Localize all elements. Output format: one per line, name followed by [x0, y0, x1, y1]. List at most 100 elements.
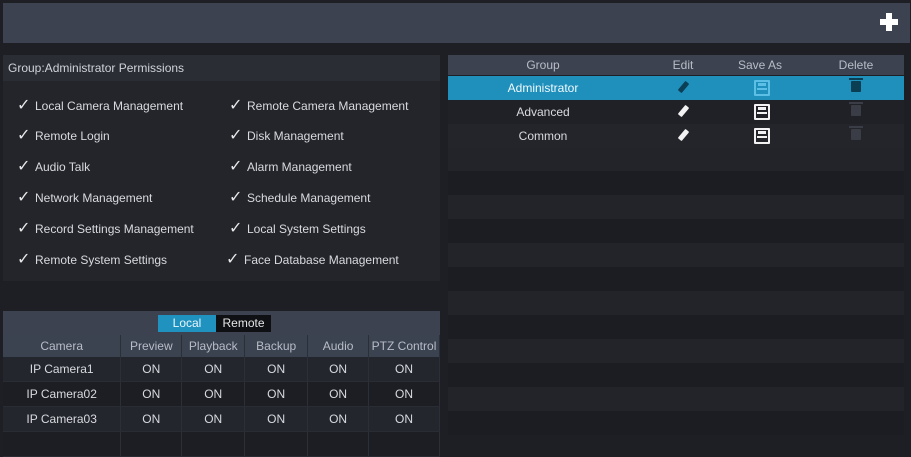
plus-icon[interactable] — [878, 11, 900, 33]
permission-item[interactable]: ✓ Disk Management — [229, 125, 344, 145]
group-name: Advanced — [516, 105, 570, 119]
check-icon: ✓ — [17, 97, 31, 114]
edit-icon[interactable] — [676, 129, 690, 143]
check-icon: ✓ — [226, 251, 240, 268]
permission-item[interactable]: ✓ Record Settings Management — [17, 218, 194, 238]
delete-icon[interactable] — [849, 102, 863, 116]
audio-cell[interactable]: ON — [307, 357, 370, 382]
table-row[interactable]: IP Camera02 ON ON ON ON ON — [3, 381, 440, 407]
empty-cell — [120, 431, 183, 457]
camera-permissions-panel: Local Remote Camera Preview Playback Bac… — [3, 311, 440, 457]
table-header-row: Camera Preview Playback Backup Audio PTZ… — [3, 335, 440, 357]
group-list-header: Group Edit Save As Delete — [448, 55, 904, 75]
check-icon: ✓ — [229, 97, 243, 114]
empty-row — [448, 195, 904, 219]
preview-cell[interactable]: ON — [120, 406, 183, 432]
tab-local[interactable]: Local — [158, 315, 216, 332]
column-header: Backup — [244, 335, 309, 357]
playback-cell[interactable]: ON — [181, 406, 246, 432]
delete-column-header: Delete — [838, 58, 874, 72]
group-name: Administrator — [507, 81, 579, 95]
backup-cell[interactable]: ON — [244, 381, 309, 407]
column-header: Playback — [181, 335, 246, 357]
check-icon: ✓ — [17, 251, 31, 268]
empty-row — [448, 363, 904, 387]
empty-row — [448, 267, 904, 291]
column-header: Preview — [120, 335, 183, 357]
ptz-control-cell[interactable]: ON — [368, 406, 440, 432]
empty-row — [448, 147, 904, 171]
permission-label: Face Database Management — [244, 253, 399, 267]
permission-item[interactable]: ✓ Local System Settings — [229, 218, 366, 238]
empty-cell — [181, 431, 246, 457]
check-icon: ✓ — [17, 158, 31, 175]
permission-item[interactable]: ✓ Local Camera Management — [17, 95, 183, 115]
ptz-control-cell[interactable]: ON — [368, 357, 440, 382]
permission-item[interactable]: ✓ Remote Login — [17, 125, 110, 145]
save-as-column-header: Save As — [737, 58, 783, 72]
tab-remote[interactable]: Remote — [216, 315, 271, 332]
preview-cell[interactable]: ON — [120, 357, 183, 382]
camera-table: Camera Preview Playback Backup Audio PTZ… — [3, 335, 440, 457]
edit-column-header: Edit — [672, 58, 694, 72]
top-toolbar — [3, 3, 910, 43]
permission-label: Remote Login — [35, 129, 110, 143]
table-row-empty — [3, 431, 440, 457]
backup-cell[interactable]: ON — [244, 406, 309, 432]
group-name: Common — [518, 129, 568, 143]
save-as-icon[interactable] — [754, 104, 770, 120]
permission-label: Local Camera Management — [35, 99, 184, 113]
column-header: Camera — [3, 335, 122, 357]
permission-label: Disk Management — [247, 129, 344, 143]
empty-row — [448, 291, 904, 315]
group-row-common[interactable]: Common — [448, 124, 904, 148]
permission-label: Audio Talk — [35, 160, 91, 174]
permissions-list: ✓ Local Camera Management ✓ Remote Login ✓… — [3, 81, 440, 281]
camera-tabs: Local Remote — [3, 311, 440, 335]
table-row[interactable]: IP Camera03 ON ON ON ON ON — [3, 406, 440, 432]
permission-item[interactable]: ✓ Audio Talk — [17, 156, 90, 176]
permission-label: Local System Settings — [247, 222, 366, 236]
permission-label: Remote Camera Management — [247, 99, 409, 113]
table-row[interactable]: IP Camera1 ON ON ON ON ON — [3, 357, 440, 382]
group-list-panel: Group Edit Save As Delete Administrator … — [448, 55, 904, 449]
ptz-control-cell[interactable]: ON — [368, 381, 440, 407]
permission-item[interactable]: ✓ Schedule Management — [229, 187, 370, 207]
check-icon: ✓ — [17, 189, 31, 206]
delete-icon[interactable] — [849, 78, 863, 92]
permission-label: Network Management — [35, 191, 153, 205]
permission-item[interactable]: ✓ Face Database Management — [226, 249, 399, 269]
empty-row — [448, 411, 904, 435]
empty-row — [448, 387, 904, 411]
edit-icon[interactable] — [676, 81, 690, 95]
empty-row — [448, 339, 904, 363]
edit-icon[interactable] — [676, 105, 690, 119]
audio-cell[interactable]: ON — [307, 381, 370, 407]
delete-icon[interactable] — [849, 126, 863, 140]
empty-row — [448, 219, 904, 243]
permission-label: Alarm Management — [247, 160, 352, 174]
permission-item[interactable]: ✓ Network Management — [17, 187, 152, 207]
empty-row — [448, 315, 904, 339]
save-as-icon[interactable] — [754, 128, 770, 144]
empty-cell — [368, 431, 440, 457]
empty-cell — [3, 431, 122, 457]
preview-cell[interactable]: ON — [120, 381, 183, 407]
playback-cell[interactable]: ON — [181, 357, 246, 382]
empty-cell — [244, 431, 309, 457]
empty-cell — [307, 431, 370, 457]
permission-item[interactable]: ✓ Remote Camera Management — [229, 95, 408, 115]
column-header: Audio — [307, 335, 370, 357]
backup-cell[interactable]: ON — [244, 357, 309, 382]
permission-item[interactable]: ✓ Remote System Settings — [17, 249, 167, 269]
check-icon: ✓ — [17, 220, 31, 237]
save-as-icon[interactable] — [754, 80, 770, 96]
permission-item[interactable]: ✓ Alarm Management — [229, 156, 352, 176]
column-header: PTZ Control — [368, 335, 440, 357]
camera-name: IP Camera03 — [3, 406, 122, 432]
group-row-advanced[interactable]: Advanced — [448, 100, 904, 124]
permissions-header: Group:Administrator Permissions — [3, 55, 440, 81]
playback-cell[interactable]: ON — [181, 381, 246, 407]
audio-cell[interactable]: ON — [307, 406, 370, 432]
group-row-administrator[interactable]: Administrator — [448, 76, 904, 100]
